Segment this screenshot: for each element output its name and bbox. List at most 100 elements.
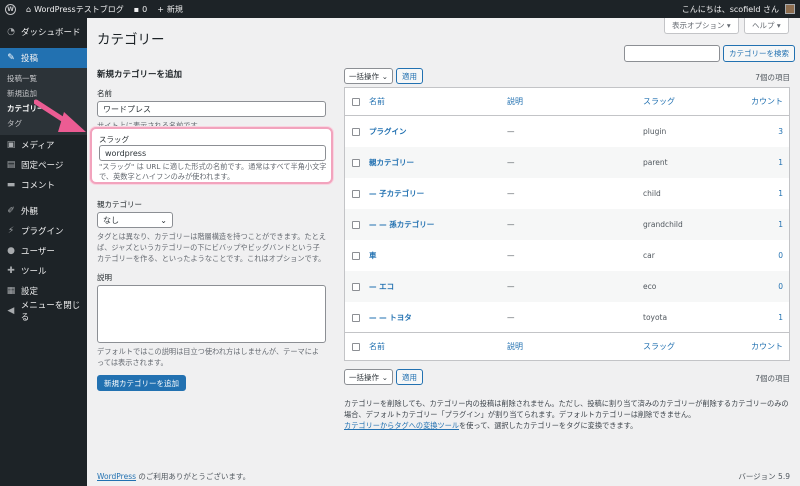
select-all-checkbox[interactable]	[352, 97, 360, 106]
site-name-link[interactable]: ⌂ WordPressテストブログ	[21, 0, 129, 18]
page-icon: ▤	[6, 160, 16, 170]
bulk-action-select[interactable]: 一括操作 ⌄	[344, 68, 393, 84]
category-description: —	[507, 189, 515, 198]
category-count-link[interactable]: 3	[778, 127, 783, 136]
category-name-link[interactable]: — 子カテゴリー	[369, 188, 424, 199]
category-notes: カテゴリーを削除しても、カテゴリー内の投稿は削除されません。ただし、投稿に割り当…	[344, 398, 792, 431]
menu-posts[interactable]: ✎ 投稿	[0, 48, 87, 68]
category-name-link[interactable]: プラグイン	[369, 126, 407, 137]
plus-icon: +	[157, 4, 164, 14]
category-count-link[interactable]: 0	[778, 282, 783, 291]
screen-options-button[interactable]: 表示オプション ▾	[664, 18, 739, 34]
comment-icon: ▬	[6, 180, 16, 190]
pin-icon: ✎	[7, 53, 15, 63]
category-count-link[interactable]: 1	[778, 158, 783, 167]
select-all-checkbox-bottom[interactable]	[352, 342, 360, 351]
name-input[interactable]: ワードプレス	[97, 101, 326, 117]
avatar	[785, 4, 795, 14]
menu-settings[interactable]: ▦ 設定	[0, 281, 87, 301]
page-title: カテゴリー	[97, 32, 165, 48]
wordpress-link[interactable]: WordPress	[97, 472, 136, 481]
row-checkbox[interactable]	[352, 282, 360, 291]
slug-help: "スラッグ" は URL に適した形式の名前です。通常はすべて半角小文字で、英数…	[99, 162, 327, 181]
user-icon: ●	[7, 246, 15, 256]
description-column-header[interactable]: 説明	[507, 96, 523, 107]
row-checkbox[interactable]	[352, 251, 360, 260]
collapse-icon: ◀	[7, 306, 15, 316]
category-count-link[interactable]: 1	[778, 313, 783, 322]
new-content-link[interactable]: + 新規	[152, 0, 188, 18]
category-description: —	[507, 313, 515, 322]
home-icon: ⌂	[26, 4, 32, 14]
description-help: デフォルトではこの説明は目立つ使われ方はしませんが、テーマによっては表示されます…	[97, 347, 320, 367]
description-label: 説明	[97, 273, 112, 282]
count-column-header[interactable]: カウント	[751, 96, 783, 107]
menu-users[interactable]: ● ユーザー	[0, 241, 87, 261]
menu-comments[interactable]: ▬ コメント	[0, 175, 87, 195]
table-row: 車 — car 0	[345, 240, 789, 271]
category-slug: child	[643, 189, 661, 198]
category-slug: parent	[643, 158, 668, 167]
plugin-icon: ⚡	[7, 226, 15, 236]
category-description: —	[507, 251, 515, 260]
brush-icon: ✐	[7, 206, 15, 216]
wrench-icon: ✚	[7, 266, 15, 276]
table-row: プラグイン — plugin 3	[345, 116, 789, 147]
description-column-footer[interactable]: 説明	[507, 341, 523, 352]
row-checkbox[interactable]	[352, 220, 360, 229]
slug-input[interactable]: wordpress	[99, 145, 326, 161]
add-category-button[interactable]: 新規カテゴリーを追加	[97, 375, 186, 391]
comments-link[interactable]: ▪ 0	[129, 0, 153, 18]
menu-pages[interactable]: ▤ 固定ページ	[0, 155, 87, 175]
category-name-link[interactable]: — — 孫カテゴリー	[369, 219, 434, 230]
wp-logo-menu[interactable]: W	[0, 0, 21, 18]
menu-plugins[interactable]: ⚡ プラグイン	[0, 221, 87, 241]
category-search-input[interactable]	[624, 45, 720, 62]
menu-appearance[interactable]: ✐ 外観	[0, 201, 87, 221]
table-row: — 子カテゴリー — child 1	[345, 178, 789, 209]
search-categories-button[interactable]: カテゴリーを検索	[723, 45, 795, 62]
row-checkbox[interactable]	[352, 313, 360, 322]
name-column-header[interactable]: 名前	[369, 96, 385, 107]
table-row: — — 孫カテゴリー — grandchild 1	[345, 209, 789, 240]
slug-label: スラッグ	[99, 135, 129, 144]
my-account-link[interactable]: こんにちは、scofield さん	[677, 0, 800, 18]
apply-button-bottom[interactable]: 適用	[396, 369, 423, 385]
category-count-link[interactable]: 1	[778, 220, 783, 229]
slug-column-footer[interactable]: スラッグ	[643, 341, 675, 352]
category-name-link[interactable]: 親カテゴリー	[369, 157, 414, 168]
name-column-footer[interactable]: 名前	[369, 341, 385, 352]
category-name-link[interactable]: — エコ	[369, 281, 394, 292]
submenu-all-posts[interactable]: 投稿一覧	[0, 71, 87, 86]
help-button[interactable]: ヘルプ ▾	[744, 18, 789, 34]
form-heading: 新規カテゴリーを追加	[97, 70, 183, 80]
slug-column-header[interactable]: スラッグ	[643, 96, 675, 107]
description-textarea[interactable]	[97, 285, 326, 343]
category-count-link[interactable]: 0	[778, 251, 783, 260]
menu-media[interactable]: ▣ メディア	[0, 135, 87, 155]
dashboard-icon: ◔	[7, 27, 15, 37]
parent-label: 親カテゴリー	[97, 200, 142, 209]
row-checkbox[interactable]	[352, 158, 360, 167]
category-count-link[interactable]: 1	[778, 189, 783, 198]
category-slug: plugin	[643, 127, 667, 136]
bulk-action-select-bottom[interactable]: 一括操作 ⌄	[344, 369, 393, 385]
table-footer: 名前 説明 スラッグ カウント	[345, 332, 789, 360]
menu-tools[interactable]: ✚ ツール	[0, 261, 87, 281]
category-name-link[interactable]: 車	[369, 250, 377, 261]
row-checkbox[interactable]	[352, 127, 360, 136]
menu-collapse[interactable]: ◀ メニューを閉じる	[0, 301, 87, 323]
row-checkbox[interactable]	[352, 189, 360, 198]
add-category-form: 新規カテゴリーを追加 名前 ワードプレス サイト上に表示される名前です。 親カテ…	[97, 68, 329, 391]
category-tag-converter-link[interactable]: カテゴリーからタグへの変換ツール	[344, 421, 459, 430]
count-column-footer[interactable]: カウント	[751, 341, 783, 352]
category-description: —	[507, 158, 515, 167]
parent-category-select[interactable]: なし ⌄	[97, 212, 173, 228]
slug-field-highlight: スラッグ wordpress "スラッグ" は URL に適した形式の名前です。…	[90, 127, 333, 184]
footer-version: バージョン 5.9	[738, 472, 790, 481]
category-description: —	[507, 220, 515, 229]
menu-dashboard[interactable]: ◔ ダッシュボード	[0, 22, 87, 42]
category-name-link[interactable]: — — トヨタ	[369, 312, 412, 323]
items-count: 7個の項目	[755, 73, 790, 82]
apply-button[interactable]: 適用	[396, 68, 423, 84]
